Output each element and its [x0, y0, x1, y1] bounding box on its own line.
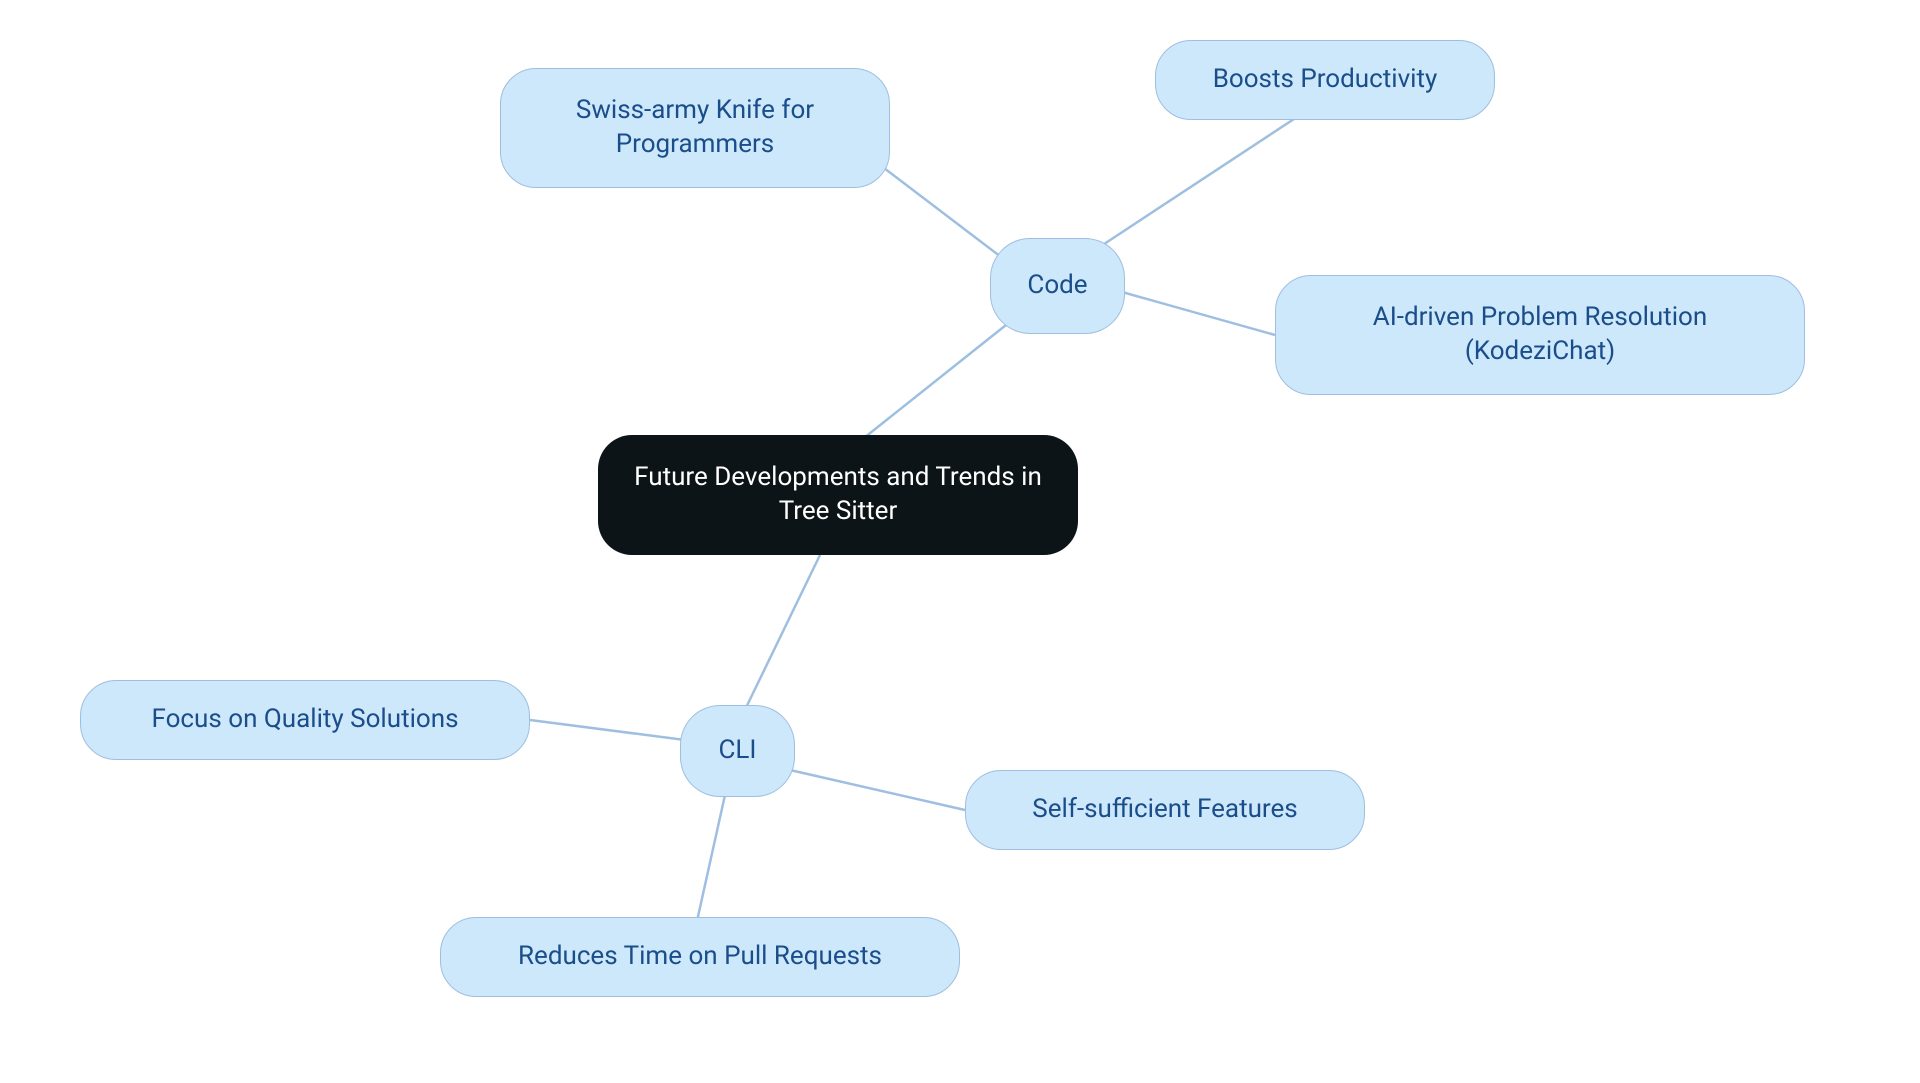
- edge-code-swiss: [880, 165, 1005, 260]
- edge-center-cli: [740, 555, 820, 720]
- hub-code: Code: [990, 238, 1125, 334]
- edge-cli-reduces: [695, 795, 725, 930]
- hub-cli: CLI: [680, 705, 795, 797]
- edge-code-boosts: [1095, 115, 1300, 250]
- center-node: Future Developments and Trends in Tree S…: [598, 435, 1078, 555]
- hub-cli-label: CLI: [719, 734, 757, 768]
- leaf-self-label: Self-sufficient Features: [1032, 793, 1297, 827]
- leaf-self: Self-sufficient Features: [965, 770, 1365, 850]
- leaf-focus: Focus on Quality Solutions: [80, 680, 530, 760]
- leaf-swiss-label: Swiss-army Knife for Programmers: [531, 94, 859, 162]
- leaf-boosts: Boosts Productivity: [1155, 40, 1495, 120]
- leaf-reduces: Reduces Time on Pull Requests: [440, 917, 960, 997]
- leaf-focus-label: Focus on Quality Solutions: [152, 703, 459, 737]
- leaf-ai: AI-driven Problem Resolution (KodeziChat…: [1275, 275, 1805, 395]
- hub-code-label: Code: [1027, 269, 1087, 303]
- center-label: Future Developments and Trends in Tree S…: [628, 461, 1048, 529]
- leaf-reduces-label: Reduces Time on Pull Requests: [518, 940, 882, 974]
- edge-cli-focus: [530, 720, 685, 740]
- edge-code-ai: [1115, 290, 1275, 335]
- leaf-boosts-label: Boosts Productivity: [1213, 63, 1438, 97]
- leaf-swiss: Swiss-army Knife for Programmers: [500, 68, 890, 188]
- leaf-ai-label: AI-driven Problem Resolution (KodeziChat…: [1306, 301, 1774, 369]
- edge-cli-self: [790, 770, 965, 810]
